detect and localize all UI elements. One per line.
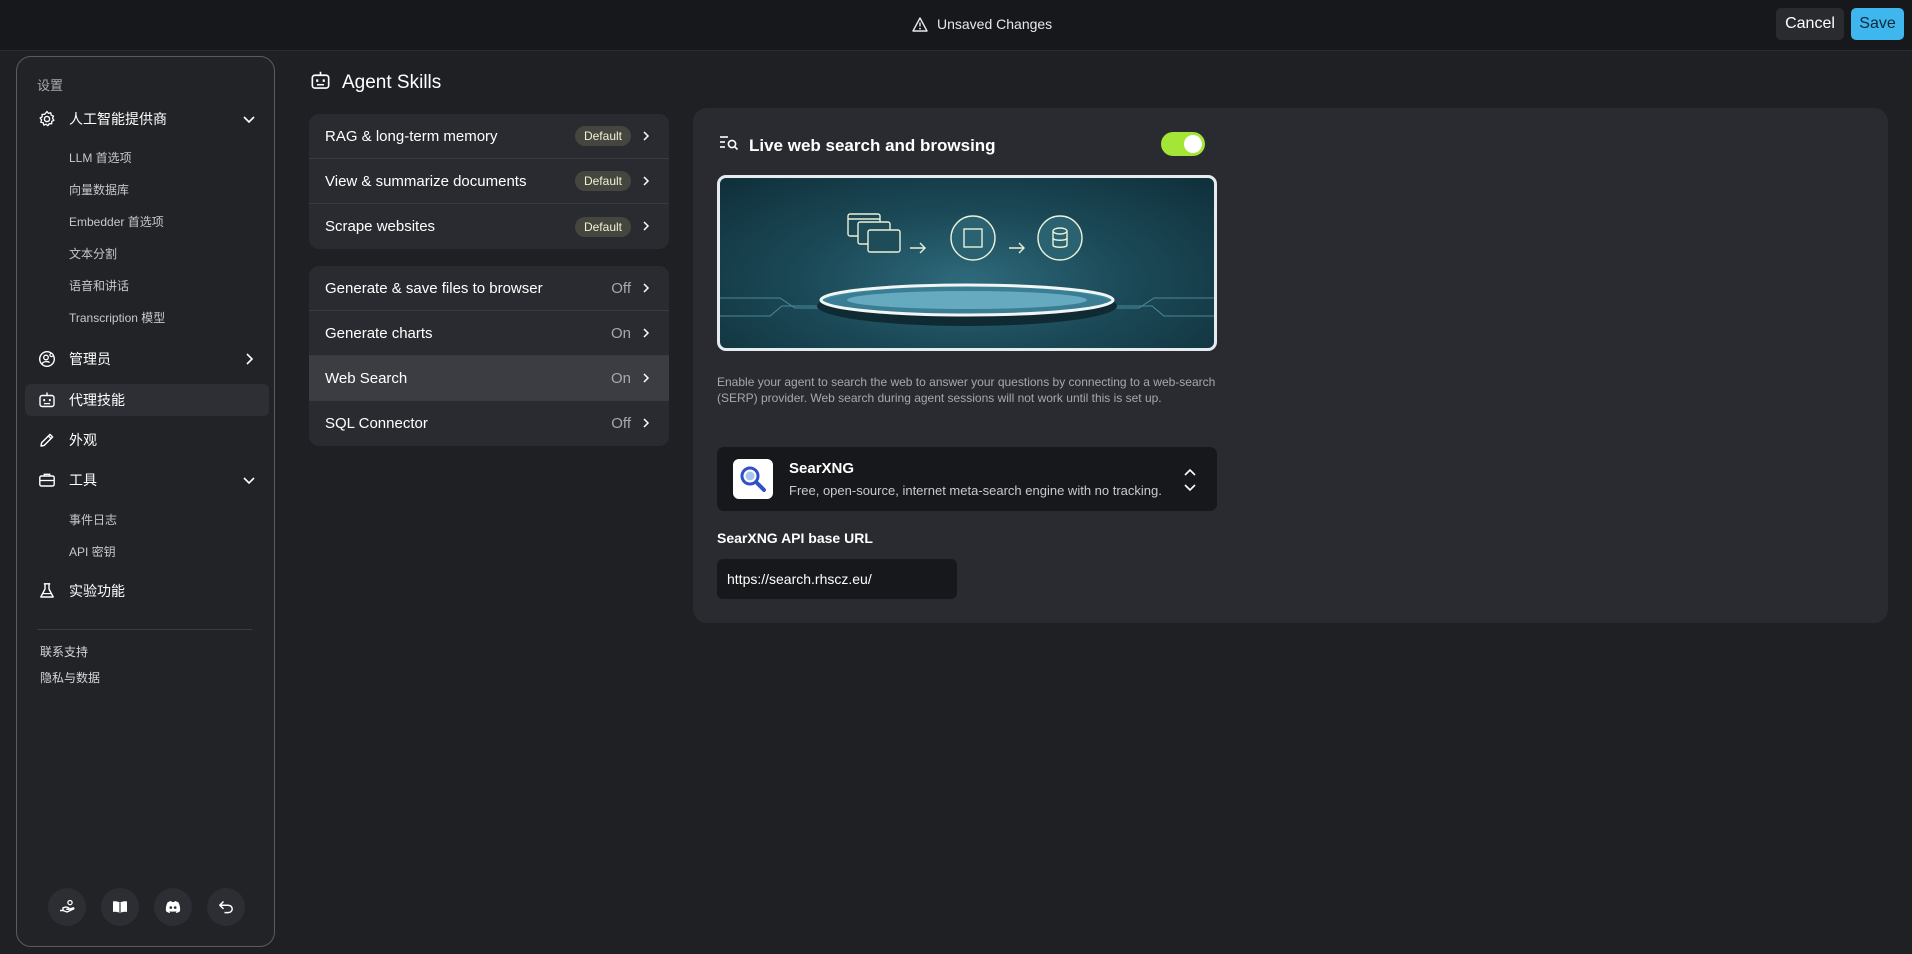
sidebar-divider bbox=[37, 629, 252, 630]
detail-description: Enable your agent to search the web to a… bbox=[717, 375, 1216, 405]
flask-icon bbox=[38, 582, 56, 600]
chevron-right-icon bbox=[639, 416, 653, 430]
chevron-right-icon bbox=[639, 281, 653, 295]
sidebar-subitem-embedder[interactable]: Embedder 首选项 bbox=[69, 213, 164, 230]
user-gear-icon bbox=[38, 350, 56, 368]
chevron-right-icon bbox=[639, 371, 653, 385]
sidebar-item-label: 管理员 bbox=[69, 351, 111, 367]
provider-name: SearXNG bbox=[789, 460, 855, 477]
provider-description: Free, open-source, internet meta-search … bbox=[789, 483, 1162, 498]
detail-title: Live web search and browsing bbox=[749, 135, 996, 155]
sidebar-subitem-api-keys[interactable]: API 密钥 bbox=[69, 543, 116, 560]
skill-name: Web Search bbox=[325, 369, 408, 387]
chevron-right-icon bbox=[639, 174, 653, 188]
skill-item-summarize-documents[interactable]: View & summarize documents Default bbox=[309, 159, 669, 204]
sidebar-subitem-vector-db[interactable]: 向量数据库 bbox=[69, 181, 129, 198]
top-bar: Unsaved Changes Cancel Save bbox=[0, 0, 1912, 51]
sidebar-link-privacy[interactable]: 隐私与数据 bbox=[40, 669, 100, 686]
skill-state: On bbox=[610, 324, 631, 342]
sidebar-item-label: 人工智能提供商 bbox=[69, 111, 167, 127]
magnifier-logo-icon bbox=[733, 459, 773, 499]
sidebar-item-label: 代理技能 bbox=[69, 392, 125, 408]
page-title: Agent Skills bbox=[342, 72, 442, 93]
skill-name: SQL Connector bbox=[325, 415, 428, 432]
search-list-icon bbox=[719, 134, 739, 157]
skill-item-rag-memory[interactable]: RAG & long-term memory Default bbox=[309, 114, 669, 159]
default-badge: Default bbox=[574, 126, 631, 146]
skill-state: Off bbox=[611, 415, 631, 432]
sidebar-item-tools[interactable]: 工具 bbox=[25, 464, 269, 496]
chevron-right-icon bbox=[639, 326, 653, 340]
briefcase-icon bbox=[38, 471, 56, 489]
skill-item-sql-connector[interactable]: SQL Connector Off bbox=[309, 401, 669, 446]
skill-name: View & summarize documents bbox=[325, 172, 527, 190]
default-badge: Default bbox=[574, 216, 631, 237]
web-search-toggle[interactable] bbox=[1161, 132, 1205, 156]
sidebar-title: 设置 bbox=[37, 78, 64, 93]
skill-state: On bbox=[610, 369, 631, 387]
toggle-knob bbox=[1184, 135, 1202, 153]
detail-header: Live web search and browsing bbox=[719, 134, 996, 157]
chevron-right-icon bbox=[241, 351, 257, 367]
web-search-illustration bbox=[717, 175, 1217, 351]
sidebar-item-label: 实验功能 bbox=[69, 583, 125, 599]
configurable-skills-list: Generate & save files to browser Off Gen… bbox=[309, 266, 669, 446]
default-skills-list: RAG & long-term memory Default View & su… bbox=[309, 114, 669, 249]
chevron-right-icon bbox=[639, 129, 653, 143]
sidebar-item-label: 外观 bbox=[69, 432, 97, 448]
skill-name: Generate charts bbox=[325, 324, 433, 342]
api-base-url-input[interactable] bbox=[717, 559, 957, 599]
skill-name: Scrape websites bbox=[325, 218, 436, 235]
skill-name: Generate & save files to browser bbox=[325, 279, 543, 297]
cancel-button[interactable]: Cancel bbox=[1776, 8, 1844, 40]
sidebar-item-appearance[interactable]: 外观 bbox=[25, 424, 269, 456]
sidebar-item-agent-skills[interactable]: 代理技能 bbox=[25, 384, 269, 416]
sidebar-subitem-text-splitting[interactable]: 文本分割 bbox=[69, 245, 117, 262]
chevron-down-icon bbox=[241, 472, 257, 488]
unsaved-changes-notice: Unsaved Changes bbox=[912, 14, 1052, 34]
unsaved-changes-label: Unsaved Changes bbox=[937, 16, 1053, 32]
skill-name: RAG & long-term memory bbox=[325, 127, 498, 145]
default-badge: Default bbox=[574, 171, 631, 191]
gear-icon bbox=[38, 110, 56, 128]
warning-icon bbox=[912, 16, 928, 32]
support-hand-icon[interactable] bbox=[48, 888, 86, 926]
sidebar-subitem-voice[interactable]: 语音和讲话 bbox=[69, 277, 129, 294]
sidebar-item-experimental[interactable]: 实验功能 bbox=[25, 575, 269, 607]
skill-state: Off bbox=[611, 279, 631, 297]
skill-item-generate-charts[interactable]: Generate charts On bbox=[309, 311, 669, 356]
sidebar-subitem-llm[interactable]: LLM 首选项 bbox=[69, 149, 132, 166]
pencil-icon bbox=[38, 431, 56, 449]
skill-item-web-search[interactable]: Web Search On bbox=[309, 356, 669, 401]
skill-item-scrape-websites[interactable]: Scrape websites Default bbox=[309, 204, 669, 249]
back-arrow-icon[interactable] bbox=[207, 888, 245, 926]
search-provider-select[interactable]: SearXNG Free, open-source, internet meta… bbox=[717, 447, 1217, 511]
api-base-url-label: SearXNG API base URL bbox=[717, 530, 873, 546]
sidebar-item-admin[interactable]: 管理员 bbox=[25, 343, 269, 375]
sidebar-subitem-event-logs[interactable]: 事件日志 bbox=[69, 511, 117, 528]
robot-icon bbox=[310, 70, 331, 96]
skill-item-save-files[interactable]: Generate & save files to browser Off bbox=[309, 266, 669, 311]
page-header: Agent Skills bbox=[310, 70, 441, 96]
chevron-down-icon bbox=[241, 111, 257, 127]
robot-icon bbox=[38, 391, 56, 409]
sidebar-link-contact-support[interactable]: 联系支持 bbox=[40, 643, 88, 660]
book-icon[interactable] bbox=[101, 888, 139, 926]
skill-detail-panel: Live web search and browsing Enable your… bbox=[693, 108, 1888, 623]
sidebar-subitem-transcription[interactable]: Transcription 模型 bbox=[69, 309, 165, 326]
discord-icon[interactable] bbox=[154, 888, 192, 926]
chevron-up-down-icon bbox=[1183, 467, 1197, 493]
sidebar-item-ai-providers[interactable]: 人工智能提供商 bbox=[25, 103, 269, 135]
sidebar-item-label: 工具 bbox=[69, 472, 97, 488]
settings-sidebar: 设置 人工智能提供商 LLM 首选项 向量数据库 Embedder 首选项 文本… bbox=[16, 56, 275, 947]
chevron-right-icon bbox=[639, 219, 653, 233]
save-button[interactable]: Save bbox=[1851, 8, 1904, 40]
